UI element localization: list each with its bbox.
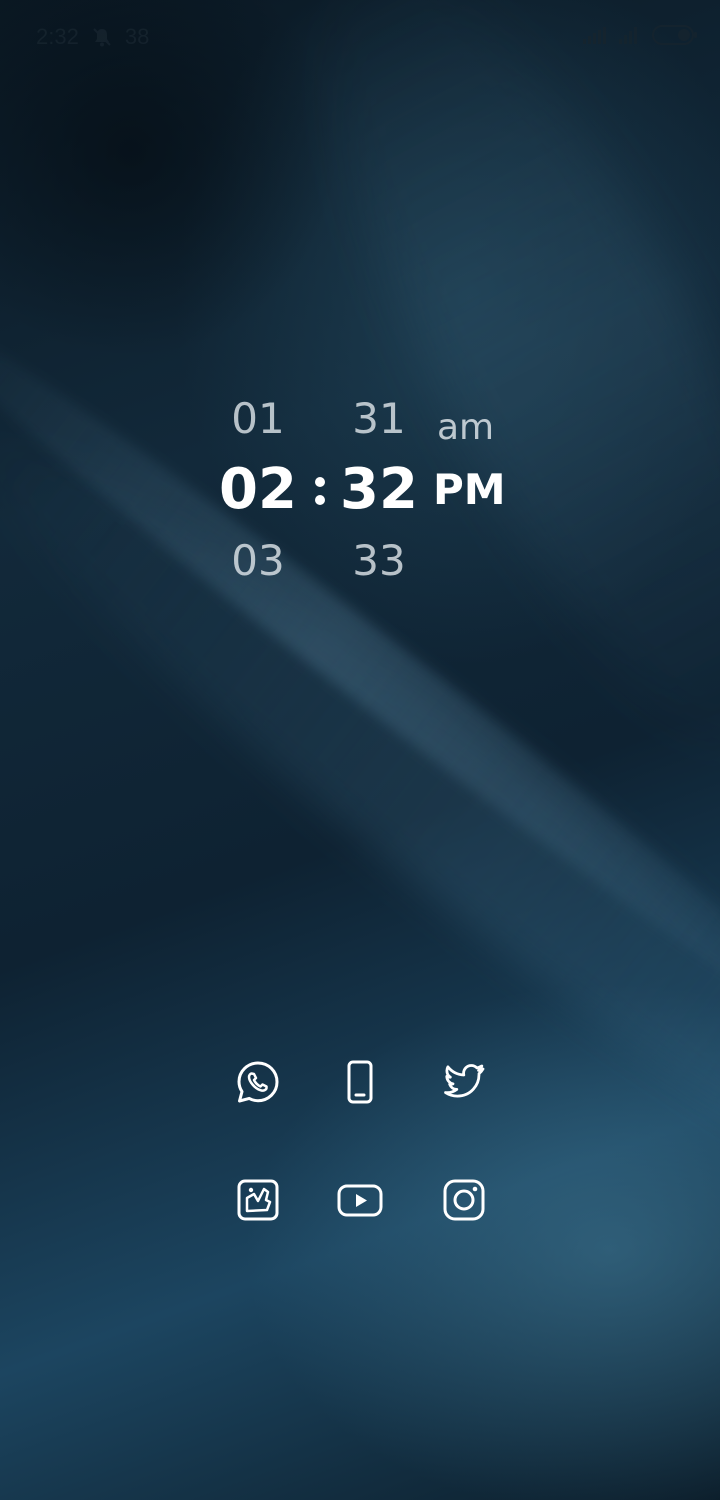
period-above[interactable]: am xyxy=(437,410,494,446)
minute-above[interactable]: 31 xyxy=(324,398,434,440)
minute-below[interactable]: 33 xyxy=(324,540,434,582)
whatsapp-icon xyxy=(237,1061,279,1103)
instagram-icon xyxy=(443,1179,485,1221)
app-gallery[interactable] xyxy=(228,1170,288,1230)
app-twitter[interactable] xyxy=(434,1052,494,1112)
app-whatsapp[interactable] xyxy=(228,1052,288,1112)
period-current[interactable]: PM xyxy=(433,469,506,511)
minute-current[interactable]: 32 xyxy=(324,462,434,518)
hour-above[interactable]: 01 xyxy=(203,398,313,440)
app-phone[interactable] xyxy=(330,1052,390,1112)
gallery-icon xyxy=(237,1179,279,1221)
app-instagram[interactable] xyxy=(434,1170,494,1230)
youtube-icon xyxy=(337,1184,383,1217)
hour-current[interactable]: 02 xyxy=(203,462,313,518)
app-youtube[interactable] xyxy=(330,1170,390,1230)
phone-icon xyxy=(347,1060,373,1104)
twitter-icon xyxy=(444,1064,485,1098)
time-picker: 01 02 03 31 32 33 am PM xyxy=(0,0,720,1500)
hour-below[interactable]: 03 xyxy=(203,540,313,582)
